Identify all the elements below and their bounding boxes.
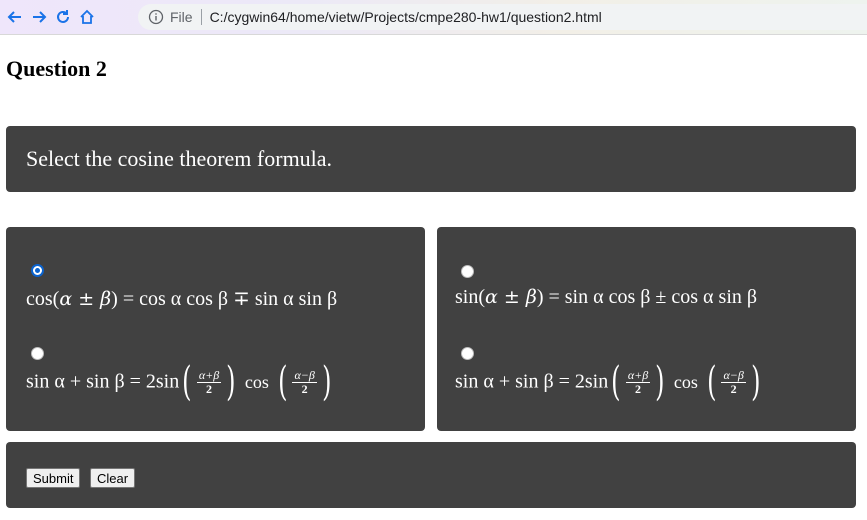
option-3-paren-open: ( xyxy=(182,359,192,405)
option-4-mid: cos xyxy=(673,371,698,392)
option-4-paren-close: ) xyxy=(655,359,665,405)
option-1-part-b: α ± β xyxy=(59,288,112,310)
option-3-frac-2: α−β 2 xyxy=(292,367,317,396)
option-4-frac-1-den: 2 xyxy=(635,381,642,396)
option-4-radio[interactable] xyxy=(461,347,474,360)
back-button[interactable] xyxy=(4,6,26,28)
option-2-part-b: α ± β xyxy=(485,286,537,308)
option-3-formula[interactable]: sin α + sin β = 2sin(α+β 2) cos(α−β 2) xyxy=(26,359,334,405)
forward-arrow-icon xyxy=(33,11,47,23)
option-1-part-c: ) = cos α cos β ∓ sin α sin β xyxy=(111,288,338,310)
options-panel-right xyxy=(437,227,856,431)
question-text: Select the cosine theorem formula. xyxy=(26,146,333,171)
option-1-radio[interactable] xyxy=(31,264,44,277)
option-3-frac-1-den: 2 xyxy=(206,381,213,396)
submit-button[interactable]: Submit xyxy=(26,468,81,488)
option-2-radio[interactable] xyxy=(461,265,474,278)
browser-toolbar: File C:/cygwin64/home/vietw/Projects/cmp… xyxy=(0,0,867,35)
option-4-frac-1-num: α+β xyxy=(625,367,651,383)
option-3-lead: sin α + sin β = 2sin xyxy=(26,370,180,393)
option-1-formula[interactable]: cos(α ± β) = cos α cos β ∓ sin α sin β xyxy=(26,286,337,311)
option-3-frac-2-den: 2 xyxy=(301,381,308,396)
address-bar[interactable]: File C:/cygwin64/home/vietw/Projects/cmp… xyxy=(138,4,867,30)
option-3-paren-close: ) xyxy=(226,359,236,405)
option-4-frac-2-num: α−β xyxy=(721,367,746,383)
forward-button[interactable] xyxy=(28,6,50,28)
option-2-formula[interactable]: sin(α ± β) = sin α cos β ± cos α sin β xyxy=(455,286,757,309)
clear-button[interactable]: Clear xyxy=(90,468,136,488)
option-3-frac-1: α+β 2 xyxy=(196,367,222,396)
option-3-paren2-close: ) xyxy=(321,359,332,405)
page-title: Question 2 xyxy=(6,56,107,81)
url-text[interactable]: C:/cygwin64/home/vietw/Projects/cmpe280-… xyxy=(210,9,602,25)
home-button[interactable] xyxy=(76,6,98,28)
option-4-paren2-open: ( xyxy=(706,359,717,405)
info-icon[interactable] xyxy=(148,9,164,25)
option-4-lead: sin α + sin β = 2sin xyxy=(455,370,609,393)
option-1-part-a: cos( xyxy=(26,288,60,310)
reload-button[interactable] xyxy=(52,6,74,28)
option-4-frac-1: α+β 2 xyxy=(625,367,651,396)
question-panel: Select the cosine theorem formula. xyxy=(6,126,856,192)
file-scheme-label: File xyxy=(170,9,193,25)
option-4-frac-2-den: 2 xyxy=(730,381,737,396)
option-3-mid: cos xyxy=(244,371,269,392)
option-3-radio[interactable] xyxy=(31,347,44,360)
option-4-formula[interactable]: sin α + sin β = 2sin(α+β 2) cos(α−β 2) xyxy=(455,359,763,405)
address-divider xyxy=(200,9,202,25)
option-3-frac-1-num: α+β xyxy=(196,367,222,383)
back-arrow-icon xyxy=(7,11,21,23)
reload-icon xyxy=(57,10,69,23)
option-3-frac-2-num: α−β xyxy=(292,367,317,383)
option-2-part-c: ) = sin α cos β ± cos α sin β xyxy=(536,286,758,308)
option-4-frac-2: α−β 2 xyxy=(721,367,746,396)
home-icon xyxy=(80,9,94,24)
option-4-paren-open: ( xyxy=(611,359,621,405)
option-2-part-a: sin( xyxy=(455,286,485,308)
option-3-paren2-open: ( xyxy=(277,359,288,405)
option-4-paren2-close: ) xyxy=(750,359,761,405)
options-panel-left xyxy=(6,227,425,431)
